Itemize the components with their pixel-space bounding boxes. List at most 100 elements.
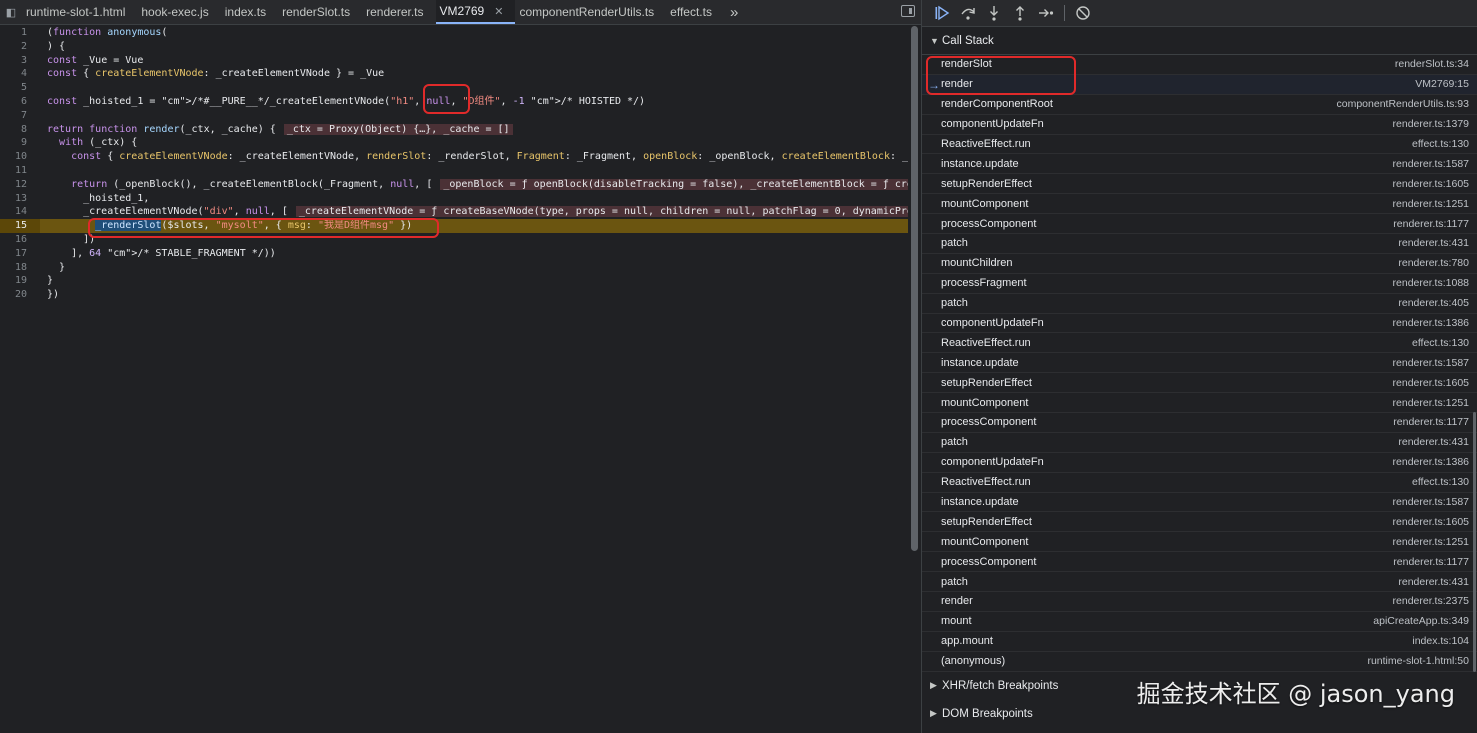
frame-location-link[interactable]: runtime-slot-1.html:50 [1367, 655, 1469, 667]
call-stack-frame[interactable]: ReactiveEffect.run effect.ts:130 [922, 333, 1477, 354]
call-stack-frame[interactable]: render renderer.ts:2375 [922, 592, 1477, 612]
tab-vm2769[interactable]: VM2769 ✕ [435, 0, 516, 24]
frame-location-link[interactable]: renderer.ts:405 [1398, 297, 1469, 309]
code-line[interactable]: 16 ]) [0, 233, 908, 247]
tab-renderer-ts[interactable]: renderer.ts [362, 0, 435, 24]
tab-effect-ts[interactable]: effect.ts [666, 0, 724, 24]
code-line[interactable]: 2) { [0, 40, 908, 54]
call-stack-header[interactable]: ▼ Call Stack [922, 27, 1477, 55]
code-line[interactable]: 20}) [0, 288, 908, 302]
frame-location-link[interactable]: renderer.ts:1177 [1393, 556, 1469, 568]
code-line[interactable]: 12 return (_openBlock(), _createElementB… [0, 178, 908, 192]
code-line[interactable]: 14 _createElementVNode("div", null, [_cr… [0, 205, 908, 219]
frame-location-link[interactable]: effect.ts:130 [1412, 337, 1469, 349]
frame-location-link[interactable]: renderSlot.ts:34 [1395, 58, 1469, 70]
call-stack-frame[interactable]: mountChildren renderer.ts:780 [922, 254, 1477, 274]
frame-location-link[interactable]: renderer.ts:2375 [1393, 595, 1469, 607]
frame-location-link[interactable]: renderer.ts:1251 [1393, 397, 1469, 409]
navigator-toggle-icon[interactable]: ◧ [0, 0, 22, 24]
frame-location-link[interactable]: effect.ts:130 [1412, 138, 1469, 150]
step-out-button[interactable] [1008, 2, 1032, 24]
line-number[interactable]: 5 [0, 81, 27, 95]
source-scroll-thumb[interactable] [911, 26, 918, 551]
call-stack-frame[interactable]: componentUpdateFn renderer.ts:1386 [922, 314, 1477, 334]
call-stack-frame[interactable]: renderComponentRoot componentRenderUtils.… [922, 95, 1477, 115]
frame-location-link[interactable]: renderer.ts:1587 [1393, 158, 1469, 170]
call-stack-frame[interactable]: patch renderer.ts:431 [922, 433, 1477, 453]
tab-index-ts[interactable]: index.ts [221, 0, 278, 24]
frame-location-link[interactable]: apiCreateApp.ts:349 [1373, 615, 1469, 627]
line-number[interactable]: 11 [0, 164, 27, 178]
frame-location-link[interactable]: renderer.ts:1251 [1393, 536, 1469, 548]
line-number[interactable]: 15 [0, 219, 27, 233]
frame-location-link[interactable]: renderer.ts:1177 [1393, 416, 1469, 428]
code-line[interactable]: 6 const _hoisted_1 = "cm">/*#__PURE__*/_c… [0, 95, 908, 109]
frame-location-link[interactable]: renderer.ts:1605 [1393, 178, 1469, 190]
frame-location-link[interactable]: componentRenderUtils.ts:93 [1337, 98, 1470, 110]
line-number[interactable]: 8 [0, 123, 27, 137]
call-stack-frame[interactable]: ReactiveEffect.run effect.ts:130 [922, 135, 1477, 155]
tab-renderslot-ts[interactable]: renderSlot.ts [278, 0, 362, 24]
call-stack-frame[interactable]: → render VM2769:15 [922, 74, 1477, 95]
deactivate-breakpoints-button[interactable] [1071, 2, 1095, 24]
call-stack-frame[interactable]: patch renderer.ts:431 [922, 572, 1477, 593]
tab-close-icon[interactable]: ✕ [494, 5, 503, 18]
call-stack-frame[interactable]: mountComponent renderer.ts:1251 [922, 532, 1477, 553]
frame-location-link[interactable]: renderer.ts:431 [1398, 237, 1469, 249]
code-line[interactable]: 7 [0, 109, 908, 123]
call-stack-frame[interactable]: ReactiveEffect.run effect.ts:130 [922, 473, 1477, 493]
frame-location-link[interactable]: index.ts:104 [1412, 635, 1469, 647]
line-number[interactable]: 2 [0, 40, 27, 54]
frame-location-link[interactable]: renderer.ts:1386 [1393, 456, 1469, 468]
code-line[interactable]: 5 [0, 81, 908, 95]
call-stack-frame[interactable]: processComponent renderer.ts:1177 [922, 413, 1477, 433]
line-number[interactable]: 12 [0, 178, 27, 192]
tab-hook-exec-js[interactable]: hook-exec.js [137, 0, 220, 24]
line-number[interactable]: 3 [0, 54, 27, 68]
call-stack-frame[interactable]: mount apiCreateApp.ts:349 [922, 612, 1477, 632]
code-line[interactable]: 19} [0, 274, 908, 288]
code-line[interactable]: 3 const _Vue = Vue [0, 54, 908, 68]
step-over-button[interactable] [956, 2, 980, 24]
line-number[interactable]: 6 [0, 95, 27, 109]
call-stack-frame[interactable]: processComponent renderer.ts:1177 [922, 552, 1477, 573]
call-stack-frame[interactable]: mountComponent renderer.ts:1251 [922, 393, 1477, 414]
line-number[interactable]: 10 [0, 150, 27, 164]
call-stack-frame[interactable]: componentUpdateFn renderer.ts:1379 [922, 115, 1477, 135]
frame-location-link[interactable]: renderer.ts:1379 [1393, 118, 1469, 130]
code-editor[interactable]: 1 (function anonymous(2) {3 const _Vue = V… [0, 26, 908, 733]
call-stack-frame[interactable]: setupRenderEffect renderer.ts:1605 [922, 512, 1477, 533]
line-number[interactable]: 13 [0, 192, 27, 206]
frame-location-link[interactable]: renderer.ts:780 [1398, 257, 1469, 269]
code-line[interactable]: 15 _renderSlot($slots, "mysolt", { msg: … [0, 219, 908, 233]
call-stack-frame[interactable]: componentUpdateFn renderer.ts:1386 [922, 453, 1477, 473]
code-line[interactable]: 13 _hoisted_1, [0, 192, 908, 206]
resume-button[interactable] [930, 2, 954, 24]
call-stack-frame[interactable]: processFragment renderer.ts:1088 [922, 274, 1477, 294]
line-number[interactable]: 14 [0, 205, 27, 219]
call-stack-frame[interactable]: processComponent renderer.ts:1177 [922, 214, 1477, 235]
code-line[interactable]: 18 } [0, 261, 908, 275]
toggle-debugger-pane-icon[interactable] [901, 5, 915, 17]
code-line[interactable]: 11 [0, 164, 908, 178]
line-number[interactable]: 16 [0, 233, 27, 247]
source-scrollbar[interactable] [910, 26, 919, 733]
call-stack-frame[interactable]: instance.update renderer.ts:1587 [922, 154, 1477, 175]
call-stack-frame[interactable]: setupRenderEffect renderer.ts:1605 [922, 373, 1477, 394]
call-stack-frame[interactable]: instance.update renderer.ts:1587 [922, 493, 1477, 513]
tab-componentrenderutils-ts[interactable]: componentRenderUtils.ts [515, 0, 666, 24]
code-line[interactable]: 10 const { createElementVNode: _createEl… [0, 150, 908, 164]
frame-location-link[interactable]: renderer.ts:1605 [1393, 516, 1469, 528]
step-button[interactable] [1034, 2, 1058, 24]
code-line[interactable]: 8 return function render(_ctx, _cache) {_… [0, 123, 908, 137]
frame-location-link[interactable]: renderer.ts:1177 [1393, 218, 1469, 230]
frame-location-link[interactable]: renderer.ts:1088 [1393, 277, 1469, 289]
code-line[interactable]: 1 (function anonymous( [0, 26, 908, 40]
line-number[interactable]: 4 [0, 67, 27, 81]
frame-location-link[interactable]: renderer.ts:1587 [1393, 496, 1469, 508]
call-stack-frame[interactable]: mountComponent renderer.ts:1251 [922, 194, 1477, 215]
frame-location-link[interactable]: renderer.ts:1587 [1393, 357, 1469, 369]
call-stack-frame[interactable]: instance.update renderer.ts:1587 [922, 353, 1477, 374]
step-into-button[interactable] [982, 2, 1006, 24]
frame-location-link[interactable]: effect.ts:130 [1412, 476, 1469, 488]
